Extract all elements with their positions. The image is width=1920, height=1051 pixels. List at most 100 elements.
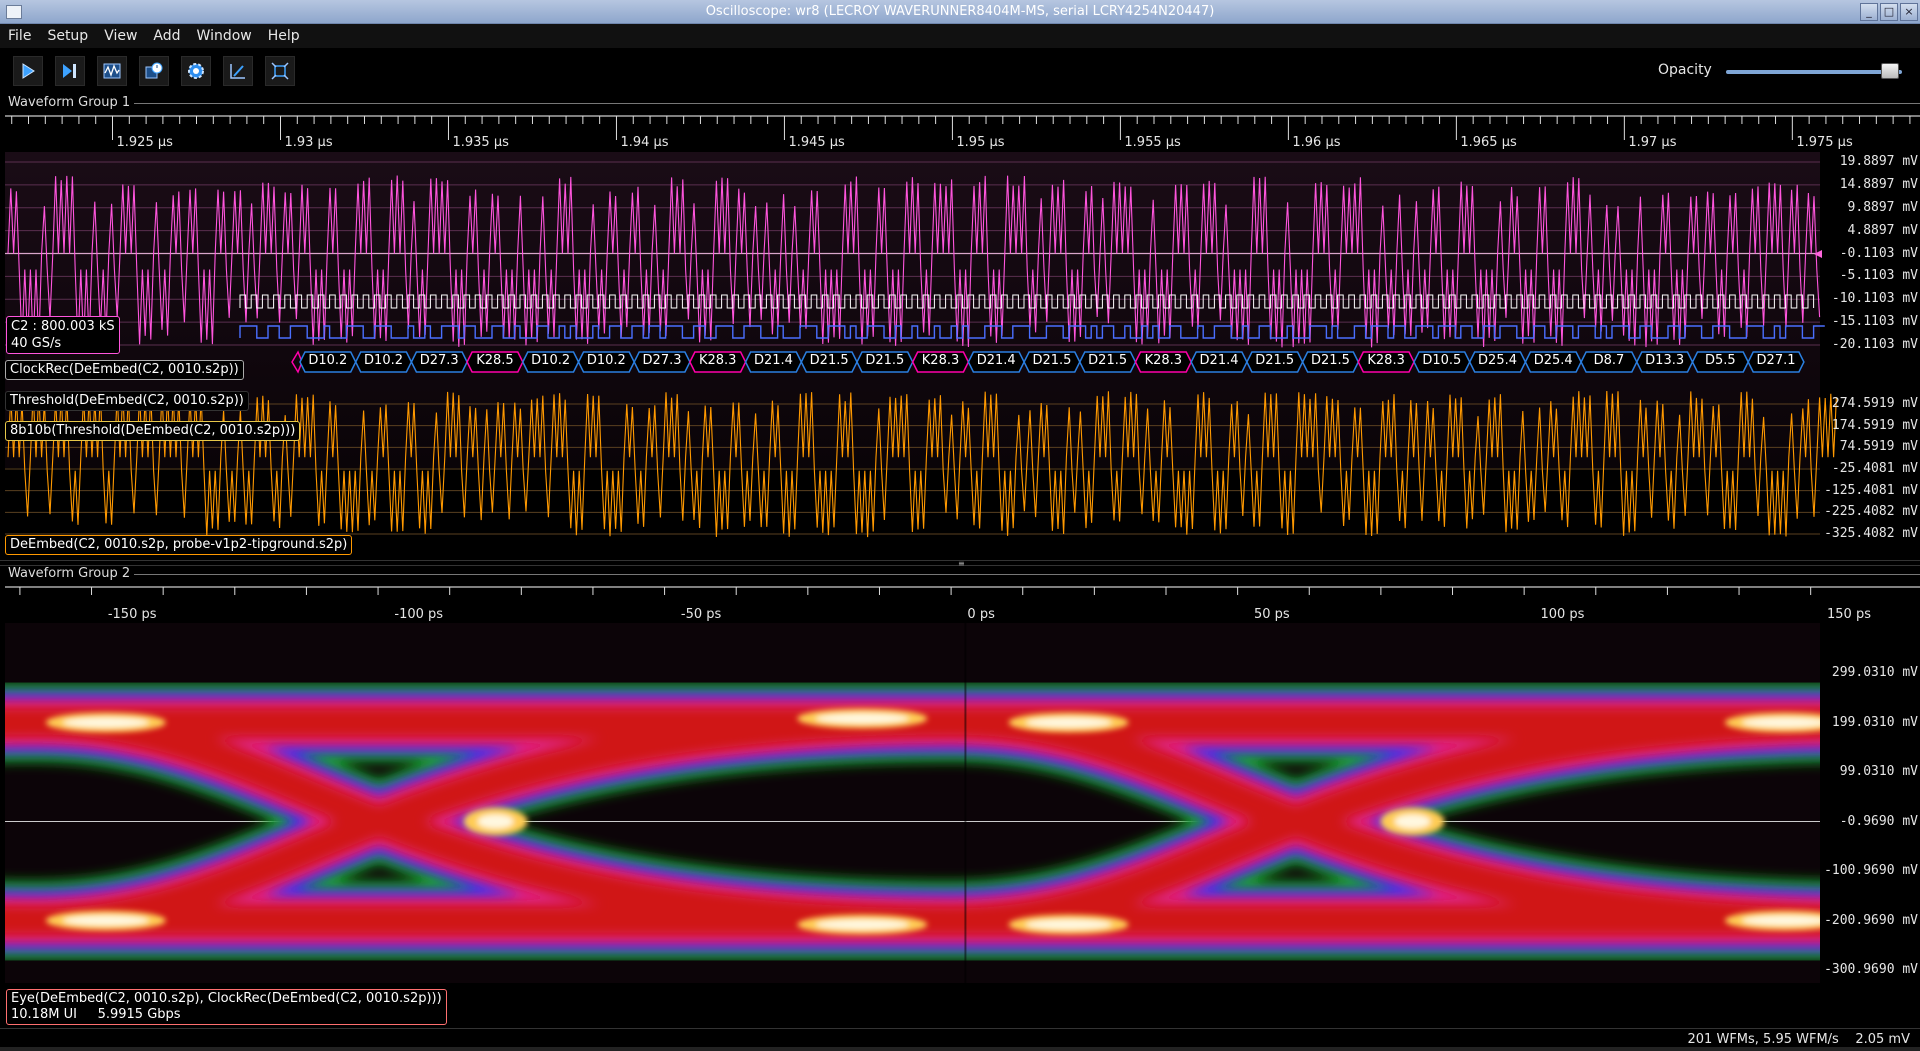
threshold-channel-label[interactable]: Threshold(DeEmbed(C2, 0010.s2p)) — [5, 391, 249, 411]
fullscreen-button[interactable] — [265, 56, 295, 86]
time-tick-label: 1.955 µs — [1124, 135, 1181, 150]
decoded-symbol-label: D10.2 — [586, 353, 626, 368]
menu-file[interactable]: File — [0, 24, 39, 48]
time-tick-label: 1.95 µs — [956, 135, 1005, 150]
decoded-symbol-label: D25.4 — [1478, 353, 1518, 368]
decoded-symbol-label: D8.7 — [1593, 353, 1625, 368]
decoded-symbol-label: D27.1 — [1756, 353, 1796, 368]
eye-diagram-plot[interactable] — [0, 583, 1920, 1026]
decoded-symbol-label: D27.3 — [642, 353, 682, 368]
eye-time-tick-label: 0 ps — [967, 607, 995, 622]
eye-time-tick-label: 100 ps — [1540, 607, 1585, 622]
start-icon — [22, 63, 35, 79]
decoded-symbol-label: D21.5 — [1310, 353, 1350, 368]
eye-axis-label: -0.9690 mV — [1839, 813, 1918, 829]
eye-time-tick-label: -150 ps — [107, 607, 157, 622]
decoded-symbol-label: D21.4 — [976, 353, 1016, 368]
decoded-symbol-label: K28.3 — [1367, 353, 1405, 368]
decoded-symbol-label: D21.4 — [753, 353, 793, 368]
c2-axis-label: 4.8897 mV — [1847, 222, 1918, 238]
c2-axis-label: 14.8897 mV — [1839, 176, 1918, 192]
time-tick-label: 1.965 µs — [1460, 135, 1517, 150]
window-title: Oscilloscope: wr8 (LECROY WAVERUNNER8404… — [705, 4, 1215, 19]
decoded-symbol-label: D21.5 — [865, 353, 905, 368]
time-tick-label: 1.94 µs — [620, 135, 669, 150]
time-tick-label: 1.96 µs — [1292, 135, 1341, 150]
time-tick-label: 1.93 µs — [284, 135, 333, 150]
decoded-symbol-label: D27.3 — [419, 353, 459, 368]
eye-time-tick-label: -50 ps — [680, 607, 722, 622]
decoded-symbol-label: K28.3 — [698, 353, 737, 368]
time-tick-label: 1.925 µs — [116, 135, 173, 150]
deembed-axis-label: -225.4082 mV — [1824, 504, 1918, 520]
opacity-slider-thumb[interactable] — [1880, 63, 1899, 79]
fullscreen-icon — [271, 62, 289, 80]
deembed-axis-label: 274.5919 mV — [1831, 396, 1918, 411]
menu-help[interactable]: Help — [260, 24, 308, 48]
opacity-label: Opacity — [1658, 62, 1712, 78]
c2-axis-label: -0.1103 mV — [1839, 245, 1918, 261]
eye-stats-label: 10.18M UI 5.9915 Gbps — [11, 1007, 181, 1022]
time-tick-label: 1.935 µs — [452, 135, 509, 150]
clockrec-channel-label[interactable]: ClockRec(DeEmbed(C2, 0010.s2p)) — [5, 360, 244, 380]
deembed-axis-label: 174.5919 mV — [1831, 417, 1918, 433]
menu-window[interactable]: Window — [189, 24, 260, 48]
decoded-symbol-label: D10.5 — [1422, 353, 1462, 368]
eye-axis-label: 99.0310 mV — [1839, 764, 1918, 779]
history-icon — [145, 62, 163, 79]
trigger-edge-icon — [230, 64, 245, 79]
deembed-channel-label[interactable]: DeEmbed(C2, 0010.s2p, probe-v1p2-tipgrou… — [5, 535, 353, 555]
c2-axis-label: -20.1103 mV — [1831, 337, 1918, 352]
decoded-symbol-label: D21.4 — [1199, 353, 1239, 368]
decoded-symbol-label: D10.2 — [308, 353, 348, 368]
decoded-symbol-label: D10.2 — [364, 353, 404, 368]
deembed-axis-label: -25.4081 mV — [1831, 461, 1918, 476]
waveform-group-2-title: Waveform Group 2 — [8, 566, 131, 581]
waveform-button[interactable] — [97, 56, 127, 86]
eye-time-tick-label: -100 ps — [394, 607, 444, 622]
waveform-group-2-header: Waveform Group 2 — [0, 565, 1920, 583]
waveform-icon — [103, 63, 121, 79]
minimize-button[interactable]: _ — [1860, 3, 1878, 21]
c2-axis-label: 9.8897 mV — [1847, 199, 1918, 215]
c2-axis-label: -10.1103 mV — [1831, 291, 1918, 307]
c2-axis-label: -15.1103 mV — [1831, 314, 1918, 330]
decoded-symbol-label: D21.5 — [809, 353, 849, 368]
eye-axis-label: -300.9690 mV — [1824, 962, 1918, 977]
deembed-axis-label: -125.4081 mV — [1824, 482, 1918, 498]
single-trigger-icon — [63, 64, 76, 78]
eye-channel-label[interactable]: Eye(DeEmbed(C2, 0010.s2p), ClockRec(DeEm… — [6, 989, 447, 1025]
eye-axis-label: 199.0310 mV — [1831, 714, 1918, 730]
deembed-axis-label: 74.5919 mV — [1839, 439, 1918, 455]
settings-button[interactable] — [181, 56, 211, 86]
start-button[interactable] — [13, 56, 43, 86]
menu-view[interactable]: View — [96, 24, 145, 48]
status-bar: 201 WFMs, 5.95 WFM/s 2.05 mV — [0, 1028, 1920, 1051]
history-button[interactable] — [139, 56, 169, 86]
eye-time-tick-label: 150 ps — [1827, 607, 1871, 622]
decoded-symbol-label: D21.5 — [1032, 353, 1072, 368]
decoded-symbol-label: D10.2 — [531, 353, 571, 368]
c2-channel-label[interactable]: C2 : 800.003 kS 40 GS/s — [6, 316, 120, 354]
trigger-edge-button[interactable] — [223, 56, 253, 86]
decoded-symbol-label: K28.3 — [1144, 353, 1183, 368]
time-tick-label: 1.97 µs — [1628, 135, 1677, 150]
menu-setup[interactable]: Setup — [39, 24, 96, 48]
waveform-group-1-plot[interactable] — [0, 112, 1920, 558]
eye-source-label: Eye(DeEmbed(C2, 0010.s2p), ClockRec(DeEm… — [11, 991, 442, 1006]
single-trigger-button[interactable] — [55, 56, 85, 86]
eye-axis-label: 299.0310 mV — [1831, 665, 1918, 680]
app-icon[interactable] — [6, 5, 22, 19]
eye-time-tick-label: 50 ps — [1253, 607, 1290, 622]
decoded-symbol-label: D25.4 — [1533, 353, 1573, 368]
menu-add[interactable]: Add — [145, 24, 188, 48]
close-button[interactable]: × — [1900, 3, 1918, 21]
window-titlebar: Oscilloscope: wr8 (LECROY WAVERUNNER8404… — [0, 0, 1920, 24]
c2-axis-label: 19.8897 mV — [1839, 154, 1918, 169]
decoded-symbol-label: K28.5 — [476, 353, 514, 368]
waveform-group-1-header: Waveform Group 1 — [0, 94, 1920, 112]
maximize-button[interactable]: □ — [1880, 3, 1898, 21]
opacity-slider[interactable] — [1726, 70, 1902, 74]
c2-axis-label: -5.1103 mV — [1839, 268, 1918, 284]
decode-channel-label[interactable]: 8b10b(Threshold(DeEmbed(C2, 0010.s2p))) — [5, 421, 301, 441]
